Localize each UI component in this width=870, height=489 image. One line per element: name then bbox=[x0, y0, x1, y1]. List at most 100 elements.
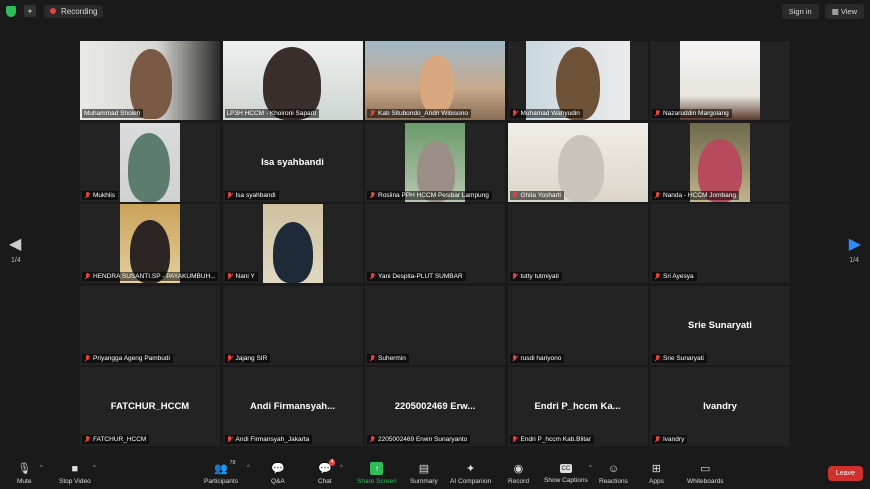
participant-tile[interactable]: Kab Situbondo_Andri Wibisono bbox=[365, 41, 505, 120]
chat-label: Chat bbox=[318, 478, 332, 485]
whiteboard-icon: ▭ bbox=[700, 463, 711, 475]
participant-tile[interactable]: Roslina PPH HCCM Pesibar Lampung bbox=[365, 122, 505, 202]
muted-microphone-icon bbox=[227, 436, 233, 443]
participant-display-name: Ivandry bbox=[703, 401, 737, 412]
participant-tile[interactable]: Mukhlis bbox=[80, 122, 220, 202]
whiteboards-button[interactable]: ▭ Whiteboards bbox=[687, 462, 724, 485]
muted-microphone-icon bbox=[369, 191, 375, 199]
chat-options-chevron-icon[interactable]: ^ bbox=[340, 465, 343, 471]
sparkle-icon[interactable]: ✦ bbox=[24, 5, 36, 17]
muted-microphone-icon bbox=[512, 354, 518, 362]
participant-name: rusdi hariyono bbox=[520, 354, 562, 362]
next-page-icon[interactable]: ▶ bbox=[849, 234, 861, 254]
participant-silhouette bbox=[128, 132, 170, 202]
participant-display-name: Isa syahbandi bbox=[261, 156, 324, 168]
participant-tile[interactable]: Muhammad Sholeh bbox=[80, 41, 220, 120]
muted-microphone-icon bbox=[654, 110, 660, 117]
share-screen-button[interactable]: ↑ Share Screen bbox=[357, 462, 397, 485]
participants-label: Participants bbox=[204, 478, 238, 485]
ai-companion-button[interactable]: ✦ AI Companion bbox=[450, 462, 491, 485]
apps-button[interactable]: ⊞ Apps bbox=[649, 462, 664, 485]
participant-display-name: Endri P_hccm Ka... bbox=[534, 401, 621, 412]
participant-tile[interactable]: rusdi hariyono bbox=[507, 285, 648, 365]
participant-name: Priyangga Ageng Pambudi bbox=[93, 354, 170, 362]
previous-page-icon[interactable]: ◀ bbox=[9, 234, 21, 254]
participant-name-label: rusdi hariyono bbox=[509, 353, 565, 363]
participant-tile[interactable]: tutty tutmiyati bbox=[507, 204, 648, 283]
muted-microphone-icon bbox=[512, 110, 518, 117]
participant-tile[interactable]: Nani Y bbox=[222, 204, 363, 283]
whiteboards-label: Whiteboards bbox=[687, 478, 724, 485]
participant-silhouette bbox=[557, 134, 604, 202]
video-options-chevron-icon[interactable]: ^ bbox=[93, 465, 96, 471]
participant-tile[interactable]: Isa syahbandi Isa syahbandi bbox=[222, 122, 363, 202]
participant-name: Sri Ayesya bbox=[663, 273, 694, 280]
share-screen-label: Share Screen bbox=[357, 478, 397, 485]
participant-tile[interactable]: Andi Firmansyah... Andi Firmansyah_Jakart… bbox=[222, 367, 363, 446]
sign-in-button[interactable]: Sign in bbox=[781, 4, 819, 19]
participant-tile[interactable]: Priyangga Ageng Pambudi bbox=[80, 285, 220, 365]
stop-video-button[interactable]: ■ Stop Video bbox=[59, 462, 91, 486]
participant-tile[interactable]: Sri Ayesya bbox=[650, 204, 790, 283]
participant-display-name: Andi Firmansyah... bbox=[250, 401, 335, 412]
participant-name-label: Nanda - HCCM Jombang bbox=[652, 190, 739, 200]
mute-label: Mute bbox=[17, 478, 32, 485]
view-button[interactable]: ▦ View bbox=[824, 4, 864, 19]
participant-name-label: Suhermin bbox=[367, 353, 409, 363]
record-button[interactable]: ◉ Record bbox=[508, 462, 529, 485]
video-camera-icon: ■ bbox=[71, 462, 79, 475]
participant-name-label: Ghita Yosharti bbox=[509, 190, 564, 200]
security-shield-icon[interactable] bbox=[6, 5, 16, 17]
leave-button[interactable]: Leave bbox=[827, 466, 863, 481]
captions-options-chevron-icon[interactable]: ^ bbox=[589, 465, 592, 471]
participant-tile[interactable]: Muhamad Wahyudin bbox=[507, 41, 648, 120]
captions-icon: CC bbox=[559, 464, 572, 473]
ai-companion-label: AI Companion bbox=[450, 478, 492, 485]
participant-tile[interactable]: Ghita Yosharti bbox=[507, 122, 648, 202]
mute-options-chevron-icon[interactable]: ^ bbox=[40, 465, 43, 471]
participant-name: Srie Sunaryati bbox=[663, 354, 704, 362]
participant-display-name: FATCHUR_HCCM bbox=[110, 401, 190, 412]
record-dot-icon bbox=[50, 8, 56, 14]
chat-button[interactable]: 💬 4 Chat bbox=[318, 459, 336, 485]
muted-microphone-icon bbox=[369, 110, 375, 117]
smile-icon: ☺ bbox=[607, 462, 620, 475]
participant-display-name: Srie Sunaryati bbox=[688, 319, 752, 331]
participant-tile[interactable]: 2205002469 Erw... 2205002469 Erwin Sunary… bbox=[365, 367, 505, 446]
reactions-button[interactable]: ☺ Reactions bbox=[599, 462, 628, 486]
participant-display-name: 2205002469 Erw... bbox=[394, 401, 476, 412]
muted-microphone-icon bbox=[84, 436, 90, 443]
participant-tile[interactable]: FATCHUR_HCCM FATCHUR_HCCM bbox=[80, 367, 220, 446]
participant-tile[interactable]: HENDRA SUSANTI.SP - PAYAKUMBUH... bbox=[80, 204, 220, 283]
participant-name-label: Andi Firmansyah_Jakarta bbox=[224, 435, 313, 444]
qa-button[interactable]: 💬 Q&A bbox=[271, 462, 285, 485]
muted-microphone-icon bbox=[84, 354, 90, 362]
participant-tile[interactable]: Jajang SIR bbox=[222, 285, 363, 365]
muted-microphone-icon bbox=[227, 273, 233, 280]
muted-microphone-icon bbox=[654, 273, 660, 280]
participants-icon: 👥 78 bbox=[214, 460, 236, 475]
show-captions-button[interactable]: CC Show Captions bbox=[544, 462, 588, 484]
summary-button[interactable]: ▤ Summary bbox=[410, 462, 438, 485]
participants-count: 78 bbox=[229, 460, 236, 466]
participant-tile[interactable]: Ivandry Ivandry bbox=[650, 367, 790, 446]
recording-indicator[interactable]: Recording bbox=[44, 4, 104, 18]
mute-button[interactable]: 🎙 Mute bbox=[17, 462, 31, 485]
participant-name: 2205002469 Erwin Sunaryanto bbox=[378, 436, 468, 443]
participant-name-label: Priyangga Ageng Pambudi bbox=[82, 353, 173, 363]
summary-label: Summary bbox=[410, 478, 438, 485]
participant-tile[interactable]: Endri P_hccm Ka... Endri P_hccm Kab.Blita… bbox=[507, 367, 648, 446]
participant-tile[interactable]: Srie Sunaryati Srie Sunaryati bbox=[650, 285, 790, 365]
participant-name: Muhamad Wahyudin bbox=[520, 110, 580, 117]
participant-tile[interactable]: Yani Despita-PLUT SUMBAR bbox=[365, 204, 505, 283]
top-bar: ✦ Recording bbox=[0, 0, 870, 22]
participant-tile[interactable]: Nazaruddin Margolang bbox=[650, 41, 790, 120]
participant-tile[interactable]: LP3H HCCM - Khoironi Saparti bbox=[222, 41, 363, 120]
participant-tile[interactable]: Nanda - HCCM Jombang bbox=[650, 122, 790, 202]
participants-options-chevron-icon[interactable]: ^ bbox=[247, 465, 250, 471]
participant-name: Jajang SIR bbox=[235, 354, 268, 362]
participants-button[interactable]: 👥 78 Participants bbox=[204, 460, 238, 485]
muted-microphone-icon bbox=[654, 191, 660, 199]
participant-tile[interactable]: Suhermin bbox=[365, 285, 505, 365]
participant-name: Isa syahbandi bbox=[235, 191, 276, 199]
